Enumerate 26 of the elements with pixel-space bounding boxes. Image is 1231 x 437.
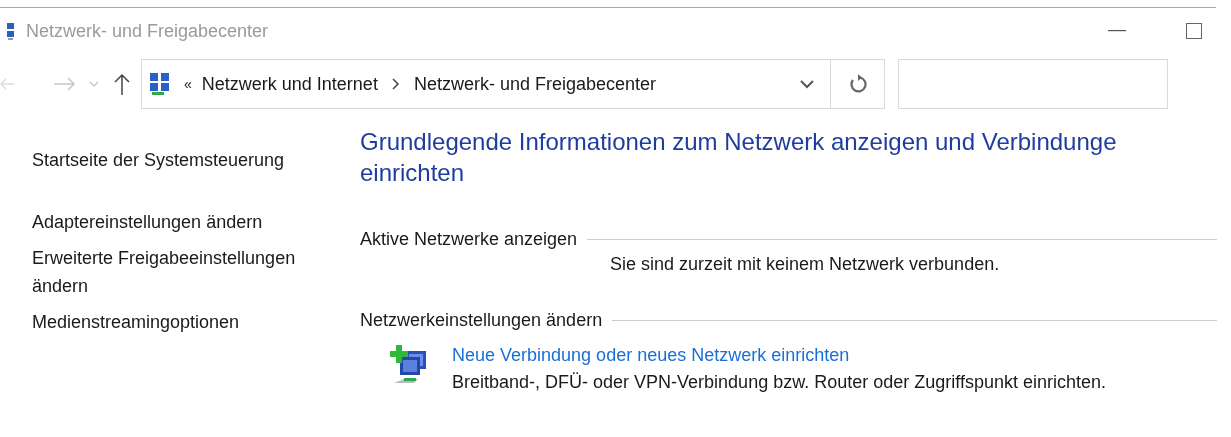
up-arrow-icon[interactable]: [114, 73, 130, 95]
sidebar-link[interactable]: Erweiterte Freigabeeinstellungen ändern: [32, 244, 322, 300]
task-description: Breitband-, DFÜ- oder VPN-Verbindung bzw. Router oder Zugriffspunkt einrichten.: [452, 372, 1106, 393]
minimize-icon[interactable]: [1108, 30, 1126, 32]
page-heading: Grundlegende Informationen zum Netzwerk anzeigen und Verbindunge: [360, 127, 1118, 157]
refresh-button[interactable]: [831, 59, 885, 109]
sidebar-link[interactable]: Medienstreamingoptionen: [32, 308, 322, 336]
search-field[interactable]: [898, 59, 1168, 109]
breadcrumb-overflow[interactable]: «: [184, 76, 192, 92]
sidebar-link[interactable]: Adaptereinstellungen ändern: [32, 208, 322, 236]
breadcrumb[interactable]: Netzwerk- und Freigabecenter: [413, 73, 656, 95]
network-icon: [7, 21, 15, 41]
page-heading: einrichten: [360, 158, 466, 188]
breadcrumb[interactable]: Netzwerk und Internet: [201, 73, 378, 95]
refresh-icon: [848, 74, 867, 94]
section-title: Aktive Netzwerke anzeigen: [360, 229, 578, 250]
window-title: Netzwerk- und Freigabecenter: [26, 20, 269, 42]
status-message: Sie sind zurzeit mit keinem Netzwerk verbunden.: [610, 254, 1001, 275]
chevron-down-icon[interactable]: [800, 79, 814, 89]
address-bar[interactable]: « Netzwerk und Internet Netzwerk- und Freigabecenter: [141, 59, 831, 109]
task-link[interactable]: Neue Verbindung oder neues Netzwerk einrichten: [452, 345, 1106, 366]
section-title: Netzwerkeinstellungen ändern: [360, 310, 603, 331]
network-icon: [148, 72, 172, 96]
maximize-icon[interactable]: [1186, 23, 1202, 39]
sidebar-link[interactable]: Startseite der Systemsteuerung: [32, 146, 322, 174]
chevron-right-icon[interactable]: [391, 78, 400, 90]
